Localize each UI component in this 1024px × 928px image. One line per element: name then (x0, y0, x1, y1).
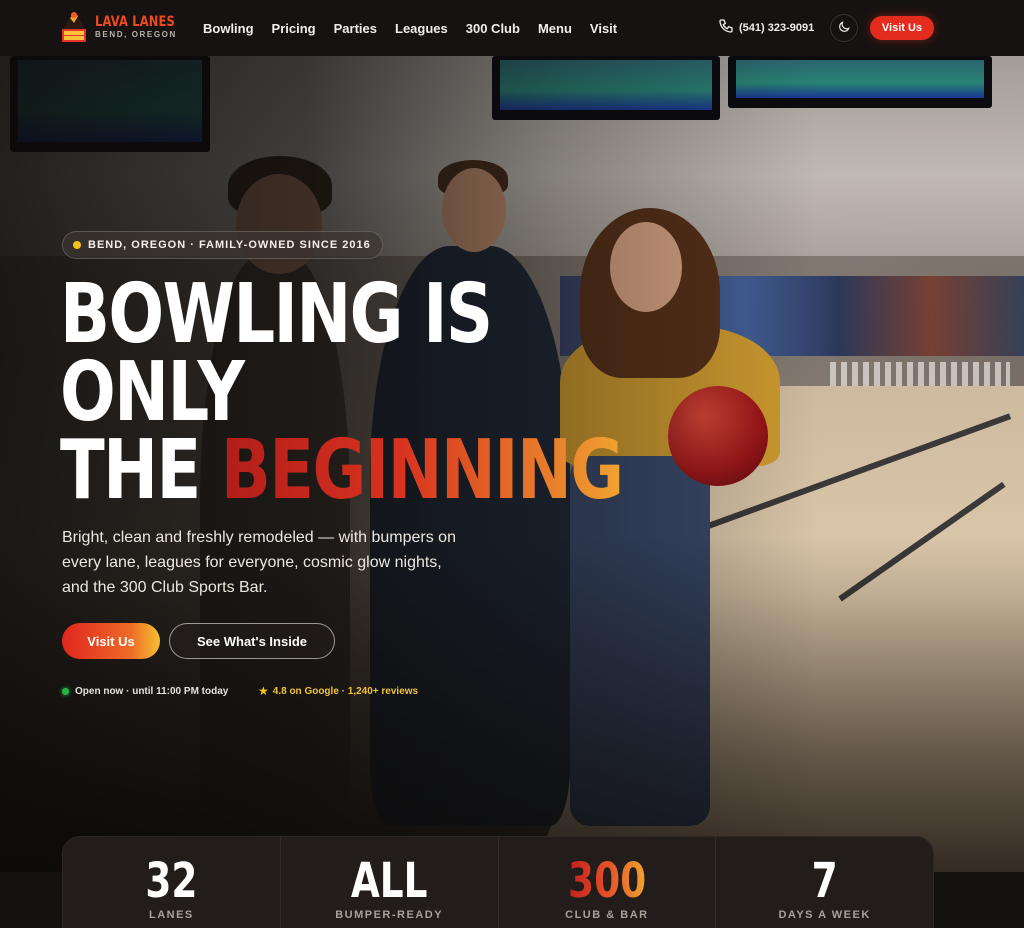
stat-value: 7 (811, 853, 838, 909)
brand-city: BEND, OREGON (95, 30, 177, 39)
stats-bar: 32 LANES ALL BUMPER-READY 300 CLUB & BAR… (62, 836, 934, 928)
hero-headline: BOWLING IS ONLY THE BEGINNING (60, 267, 624, 512)
phone-link[interactable]: (541) 323-9091 (718, 18, 814, 37)
nav-link-bowling[interactable]: Bowling (203, 21, 254, 36)
stat-label: LANES (148, 909, 194, 921)
nav-link-parties[interactable]: Parties (334, 21, 377, 36)
phone-icon (718, 18, 739, 37)
headline-line-2: ONLY (60, 345, 245, 440)
nav-visit-us-button[interactable]: Visit Us (870, 16, 934, 40)
open-status-dot-icon (62, 687, 69, 695)
theme-toggle-button[interactable] (830, 14, 858, 42)
location-badge-text: BEND, OREGON · FAMILY-OWNED SINCE 2016 (88, 239, 371, 251)
open-status: Open now · until 11:00 PM today (62, 681, 228, 701)
moon-icon (837, 20, 851, 37)
stat-bumper-ready: ALL BUMPER-READY (281, 837, 499, 928)
headline-line-3-plain: THE (60, 423, 221, 518)
headline-line-1: BOWLING IS (60, 267, 493, 362)
brand-name: LAVA LANES (95, 14, 175, 30)
nav-link-leagues[interactable]: Leagues (395, 21, 448, 36)
hero-section: BEND, OREGON · FAMILY-OWNED SINCE 2016 B… (0, 56, 1024, 928)
stat-club-bar: 300 CLUB & BAR (499, 837, 717, 928)
open-status-text: Open now · until 11:00 PM today (75, 685, 229, 697)
stat-label: DAYS A WEEK (778, 909, 871, 921)
visit-us-button[interactable]: Visit Us (62, 623, 160, 659)
google-rating[interactable]: ★ 4.8 on Google · 1,240+ reviews (258, 681, 418, 701)
stat-days: 7 DAYS A WEEK (716, 837, 933, 928)
stat-label: CLUB & BAR (565, 909, 649, 921)
nav-link-menu[interactable]: Menu (538, 21, 572, 36)
star-icon: ★ (258, 684, 269, 698)
stat-value: 300 (567, 853, 646, 909)
nav-link-300-club[interactable]: 300 Club (466, 21, 520, 36)
nav-link-pricing[interactable]: Pricing (272, 21, 316, 36)
see-whats-inside-button[interactable]: See What's Inside (169, 623, 335, 659)
stat-lanes: 32 LANES (63, 837, 281, 928)
location-badge: BEND, OREGON · FAMILY-OWNED SINCE 2016 (62, 231, 383, 259)
hero-subcopy: Bright, clean and freshly remodeled — wi… (62, 529, 456, 596)
stat-label: BUMPER-READY (335, 909, 444, 921)
stat-value: ALL (350, 853, 428, 909)
primary-nav: Bowling Pricing Parties Leagues 300 Club… (203, 0, 635, 56)
badge-dot-icon (73, 241, 81, 249)
stat-value: 32 (145, 853, 198, 909)
phone-number: (541) 323-9091 (739, 21, 815, 34)
headline-accent-word: BEGINNING (220, 423, 624, 518)
headline-line-3: THE BEGINNING (60, 430, 624, 512)
nav-link-visit[interactable]: Visit (590, 21, 617, 36)
top-nav: LAVA LANES BEND, OREGON Bowling Pricing … (0, 0, 1024, 56)
lava-lanes-logo-icon (60, 10, 88, 44)
google-rating-text: 4.8 on Google · 1,240+ reviews (272, 685, 419, 697)
brand-logo[interactable]: LAVA LANES BEND, OREGON (60, 10, 193, 44)
